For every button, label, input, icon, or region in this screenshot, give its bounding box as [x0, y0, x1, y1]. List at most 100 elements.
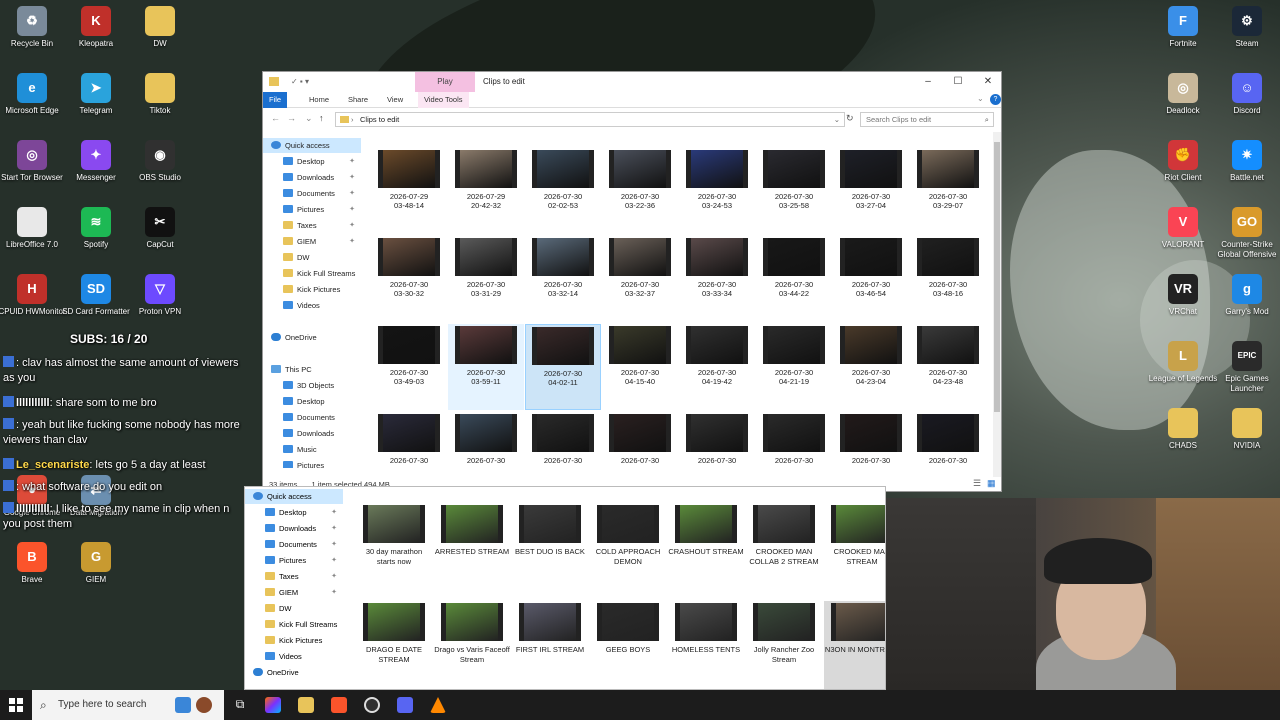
- refresh-icon[interactable]: ↻: [846, 113, 854, 124]
- desktop-icon-kleopatra[interactable]: K Kleopatra: [59, 6, 133, 49]
- file-thumbnail[interactable]: 2026-07-30 03-27-04: [833, 148, 909, 234]
- folder-thumbnail[interactable]: GEEG BOYS: [590, 601, 666, 689]
- nav-item-desktop[interactable]: Desktop ✦: [245, 505, 343, 520]
- desktop-icon-epic-games-launcher[interactable]: EPIC Epic Games Launcher: [1210, 341, 1280, 394]
- nav-item-quick-access[interactable]: Quick access: [263, 138, 361, 153]
- desktop-icon-telegram[interactable]: ➤ Telegram: [59, 73, 133, 116]
- nav-item-music[interactable]: Music: [263, 442, 361, 457]
- nav-item-dw[interactable]: DW: [245, 601, 343, 616]
- file-grid[interactable]: 2026-07-29 03-48-14 2026-07-29 20-42-32 2026…: [371, 148, 991, 478]
- nav-item-3d-objects[interactable]: 3D Objects: [263, 378, 361, 393]
- file-thumbnail[interactable]: 2026-07-30 04-23-04: [833, 324, 909, 410]
- nav-item-giem[interactable]: GIEM ✦: [263, 234, 361, 249]
- desktop-icon-valorant[interactable]: V VALORANT: [1146, 207, 1220, 250]
- folder-thumbnail[interactable]: CROOKED MAN COLLAB 2 STREAM: [746, 503, 822, 598]
- quick-access-toolbar-icon[interactable]: ✓ ▪ ▾: [291, 77, 309, 86]
- desktop-icon-deadlock[interactable]: ◎ Deadlock: [1146, 73, 1220, 116]
- expand-ribbon-icon[interactable]: ⌄: [977, 94, 984, 103]
- desktop-icon-riot-client[interactable]: ✊ Riot Client: [1146, 140, 1220, 183]
- file-thumbnail[interactable]: 2026-07-30 04-23-48: [910, 324, 986, 410]
- nav-item-kick-full-streams[interactable]: Kick Full Streams: [263, 266, 361, 281]
- second-file-explorer-window[interactable]: Quick access Desktop ✦ Downloads ✦ Documents ✦…: [244, 486, 886, 690]
- file-thumbnail[interactable]: 2026-07-29 03-48-14: [371, 148, 447, 234]
- details-view-icon[interactable]: ☰: [973, 478, 981, 489]
- folder-thumbnail[interactable]: HOMELESS TENTS: [668, 601, 744, 689]
- nav-item-downloads[interactable]: Downloads ✦: [245, 521, 343, 536]
- nav-item-desktop[interactable]: Desktop: [263, 394, 361, 409]
- desktop-icon-obs-studio[interactable]: ◉ OBS Studio: [123, 140, 197, 183]
- desktop-icon-league-of-legends[interactable]: L League of Legends: [1146, 341, 1220, 384]
- file-thumbnail[interactable]: 2026-07-30 03-32-37: [602, 236, 678, 322]
- address-dropdown-icon[interactable]: ⌄: [834, 113, 840, 126]
- file-thumbnail[interactable]: 2026-07-30 03-31-29: [448, 236, 524, 322]
- large-icons-view-icon[interactable]: ▦: [987, 478, 996, 489]
- nav-item-kick-full-streams[interactable]: Kick Full Streams: [245, 617, 343, 632]
- folder-thumbnail[interactable]: CROOKED MAN STREAM: [824, 503, 885, 598]
- file-thumbnail[interactable]: 2026-07-30 03-29-07: [910, 148, 986, 234]
- desktop-icon-steam[interactable]: ⚙ Steam: [1210, 6, 1280, 49]
- start-button-icon[interactable]: [9, 698, 23, 712]
- nav-item-kick-pictures[interactable]: Kick Pictures: [245, 633, 343, 648]
- nav-item-videos[interactable]: Videos: [245, 649, 343, 664]
- desktop-icon-giem[interactable]: G GIEM: [59, 542, 133, 585]
- desktop-icon-chads[interactable]: CHADS: [1146, 408, 1220, 451]
- scrollbar-thumb[interactable]: [994, 142, 1000, 412]
- brave-taskbar-icon[interactable]: [331, 697, 347, 713]
- file-thumbnail[interactable]: 2026-07-30 04-15-40: [602, 324, 678, 410]
- file-thumbnail[interactable]: 2026-07-30 04-19-42: [679, 324, 755, 410]
- file-thumbnail[interactable]: 2026-07-30 03-49-03: [371, 324, 447, 410]
- nav-item-documents[interactable]: Documents ✦: [263, 186, 361, 201]
- folder-thumbnail[interactable]: N3ON IN MONTREAL: [824, 601, 885, 689]
- file-thumbnail[interactable]: 2026-07-30 03-46-54: [833, 236, 909, 322]
- nav-item-taxes[interactable]: Taxes ✦: [245, 569, 343, 584]
- folder-thumbnail[interactable]: COLD APPROACH DEMON: [590, 503, 666, 598]
- desktop-icon-dw[interactable]: DW: [123, 6, 197, 49]
- nav-item-dw[interactable]: DW: [263, 250, 361, 265]
- file-thumbnail[interactable]: 2026-07-30 03-59-11: [448, 324, 524, 410]
- desktop-icon-messenger[interactable]: ✦ Messenger: [59, 140, 133, 183]
- nav-item-documents[interactable]: Documents ✦: [245, 537, 343, 552]
- file-thumbnail[interactable]: 2026-07-30: [679, 412, 755, 478]
- tab-video-tools[interactable]: Video Tools: [418, 92, 469, 108]
- file-explorer-taskbar-icon[interactable]: [298, 697, 314, 713]
- tab-share[interactable]: Share: [342, 92, 374, 108]
- nav-item-onedrive[interactable]: OneDrive: [245, 665, 343, 680]
- desktop-icon-discord[interactable]: ☺ Discord: [1210, 73, 1280, 116]
- file-thumbnail[interactable]: 2026-07-30 03-48-16: [910, 236, 986, 322]
- file-thumbnail[interactable]: 2026-07-30: [602, 412, 678, 478]
- file-explorer-window[interactable]: ✓ ▪ ▾ Play Clips to edit – ☐ ✕ File Home…: [262, 71, 1002, 492]
- discord-taskbar-icon[interactable]: [397, 697, 413, 713]
- back-arrow-icon[interactable]: ←: [271, 113, 280, 123]
- vertical-scrollbar[interactable]: [993, 132, 1001, 477]
- desktop-icon-sd-card-formatter[interactable]: SD SD Card Formatter: [59, 274, 133, 317]
- file-thumbnail[interactable]: 2026-07-30 04-02-11: [525, 324, 601, 410]
- nav-item-desktop[interactable]: Desktop ✦: [263, 154, 361, 169]
- navigation-pane[interactable]: Quick access Desktop ✦ Downloads ✦ Documents ✦…: [245, 489, 345, 689]
- desktop-icon-battle-net[interactable]: ✷ Battle.net: [1210, 140, 1280, 183]
- tab-file[interactable]: File: [263, 92, 288, 108]
- close-button[interactable]: ✕: [973, 72, 1003, 92]
- nav-item-videos[interactable]: Videos: [263, 298, 361, 313]
- file-thumbnail[interactable]: 2026-07-30 04-21-19: [756, 324, 832, 410]
- nav-item-pictures[interactable]: Pictures ✦: [245, 553, 343, 568]
- desktop-icon-capcut[interactable]: ✂ CapCut: [123, 207, 197, 250]
- file-thumbnail[interactable]: 2026-07-29 20-42-32: [448, 148, 524, 234]
- task-view-icon[interactable]: ⧉: [232, 697, 248, 713]
- file-thumbnail[interactable]: 2026-07-30 03-44-22: [756, 236, 832, 322]
- file-thumbnail[interactable]: 2026-07-30: [371, 412, 447, 478]
- desktop-icon-fortnite[interactable]: F Fortnite: [1146, 6, 1220, 49]
- vlc-taskbar-icon[interactable]: [430, 697, 446, 713]
- nav-item-downloads[interactable]: Downloads: [263, 426, 361, 441]
- desktop-icon-proton-vpn[interactable]: ▽ Proton VPN: [123, 274, 197, 317]
- nav-item-taxes[interactable]: Taxes ✦: [263, 218, 361, 233]
- tab-home[interactable]: Home: [303, 92, 335, 108]
- play-contextual-tab[interactable]: Play: [415, 72, 475, 92]
- navigation-pane[interactable]: Quick access Desktop ✦ Downloads ✦ Documents ✦…: [263, 138, 363, 468]
- nav-item-quick-access[interactable]: Quick access: [245, 489, 343, 504]
- obs-taskbar-icon[interactable]: [364, 697, 380, 713]
- up-arrow-icon[interactable]: ↑: [319, 113, 324, 123]
- nav-item-this-pc[interactable]: This PC: [263, 362, 361, 377]
- desktop-icon-nvidia[interactable]: NVIDIA: [1210, 408, 1280, 451]
- file-thumbnail[interactable]: 2026-07-30 02-02-53: [525, 148, 601, 234]
- breadcrumb[interactable]: Clips to edit: [360, 115, 399, 124]
